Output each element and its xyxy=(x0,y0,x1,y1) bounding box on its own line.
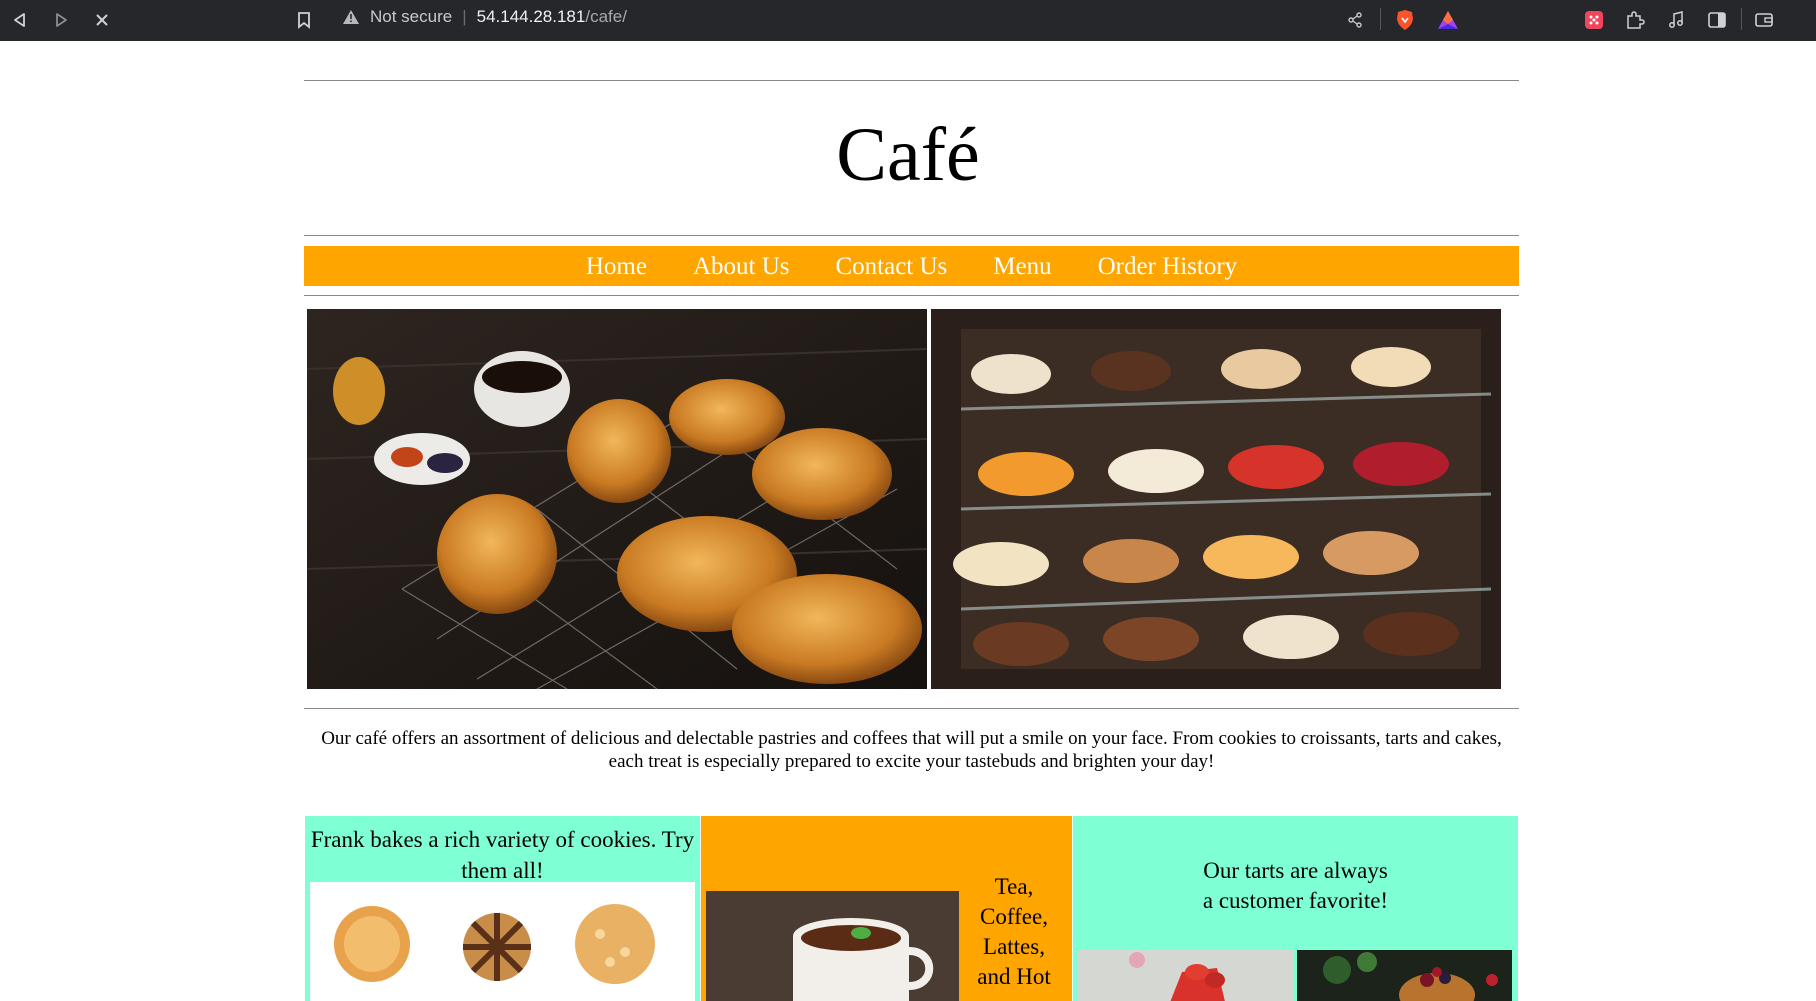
intro-line-1: Our café offers an assortment of delicio… xyxy=(321,728,1502,749)
drinks-text-line-1: Tea, xyxy=(994,874,1034,899)
extension-icon[interactable] xyxy=(1582,8,1606,32)
brave-shield-icon[interactable] xyxy=(1393,8,1417,32)
main-nav: Home About Us Contact Us Menu Order Hist… xyxy=(304,246,1519,286)
drinks-card: Tea, Coffee, Lattes, and Hot xyxy=(701,816,1072,1001)
tarts-text-line-1: Our tarts are always xyxy=(1203,858,1388,883)
intro-top-rule xyxy=(304,708,1519,709)
url-host: 54.144.28.181 xyxy=(476,7,586,26)
brave-rewards-icon[interactable] xyxy=(1436,8,1460,32)
hot-chocolate-photo xyxy=(706,891,959,1001)
intro-text: Our café offers an assortment of delicio… xyxy=(304,727,1519,773)
forward-icon[interactable] xyxy=(49,8,73,32)
back-icon[interactable] xyxy=(8,8,32,32)
url-path: /cafe/ xyxy=(585,7,627,26)
drinks-card-text: Tea, Coffee, Lattes, and Hot xyxy=(959,872,1069,992)
cookies-card-text: Frank bakes a rich variety of cookies. T… xyxy=(305,824,700,886)
header-bottom-rule xyxy=(304,235,1519,236)
cakes-display-photo xyxy=(931,309,1501,689)
intro-line-2: each treat is especially prepared to exc… xyxy=(608,751,1215,772)
pastries-photo xyxy=(307,309,927,689)
drinks-text-line-4: and Hot xyxy=(977,964,1051,989)
bookmark-icon[interactable] xyxy=(292,8,316,32)
header-top-rule xyxy=(304,80,1519,81)
nav-menu[interactable]: Menu xyxy=(993,254,1051,279)
nav-contact-us[interactable]: Contact Us xyxy=(835,254,947,279)
puzzle-icon[interactable] xyxy=(1623,8,1647,32)
stop-icon[interactable] xyxy=(90,8,114,32)
music-icon[interactable] xyxy=(1664,8,1688,32)
tarts-card-text: Our tarts are always a customer favorite… xyxy=(1073,856,1518,916)
warning-icon xyxy=(342,9,360,25)
nav-home[interactable]: Home xyxy=(586,254,647,279)
share-icon[interactable] xyxy=(1343,8,1367,32)
berry-tart-photo xyxy=(1297,950,1512,1001)
sidebar-icon[interactable] xyxy=(1705,8,1729,32)
cookies-text-line-1: Frank bakes a rich variety of cookies. T… xyxy=(310,827,695,852)
browser-toolbar: Not secure | 54.144.28.181 /cafe/ xyxy=(0,0,1816,41)
drinks-text-line-3: Lattes, xyxy=(983,934,1045,959)
nav-bottom-rule xyxy=(304,295,1519,296)
cookies-card: Frank bakes a rich variety of cookies. T… xyxy=(305,816,700,1001)
drinks-text-line-2: Coffee, xyxy=(980,904,1048,929)
nav-order-history[interactable]: Order History xyxy=(1098,254,1238,279)
tarts-card: Our tarts are always a customer favorite… xyxy=(1073,816,1518,1001)
address-separator: | xyxy=(462,7,467,26)
web-page: Café Home About Us Contact Us Menu Order… xyxy=(0,41,1816,1001)
security-label[interactable]: Not secure xyxy=(370,7,452,27)
nav-about-us[interactable]: About Us xyxy=(693,254,790,279)
wallet-icon[interactable] xyxy=(1752,8,1776,32)
strawberry-tart-photo xyxy=(1077,950,1293,1001)
address-bar[interactable]: Not secure | 54.144.28.181 /cafe/ xyxy=(342,7,627,27)
page-title: Café xyxy=(836,113,980,197)
tarts-text-line-2: a customer favorite! xyxy=(1202,888,1389,913)
cookies-photo xyxy=(310,882,695,1001)
